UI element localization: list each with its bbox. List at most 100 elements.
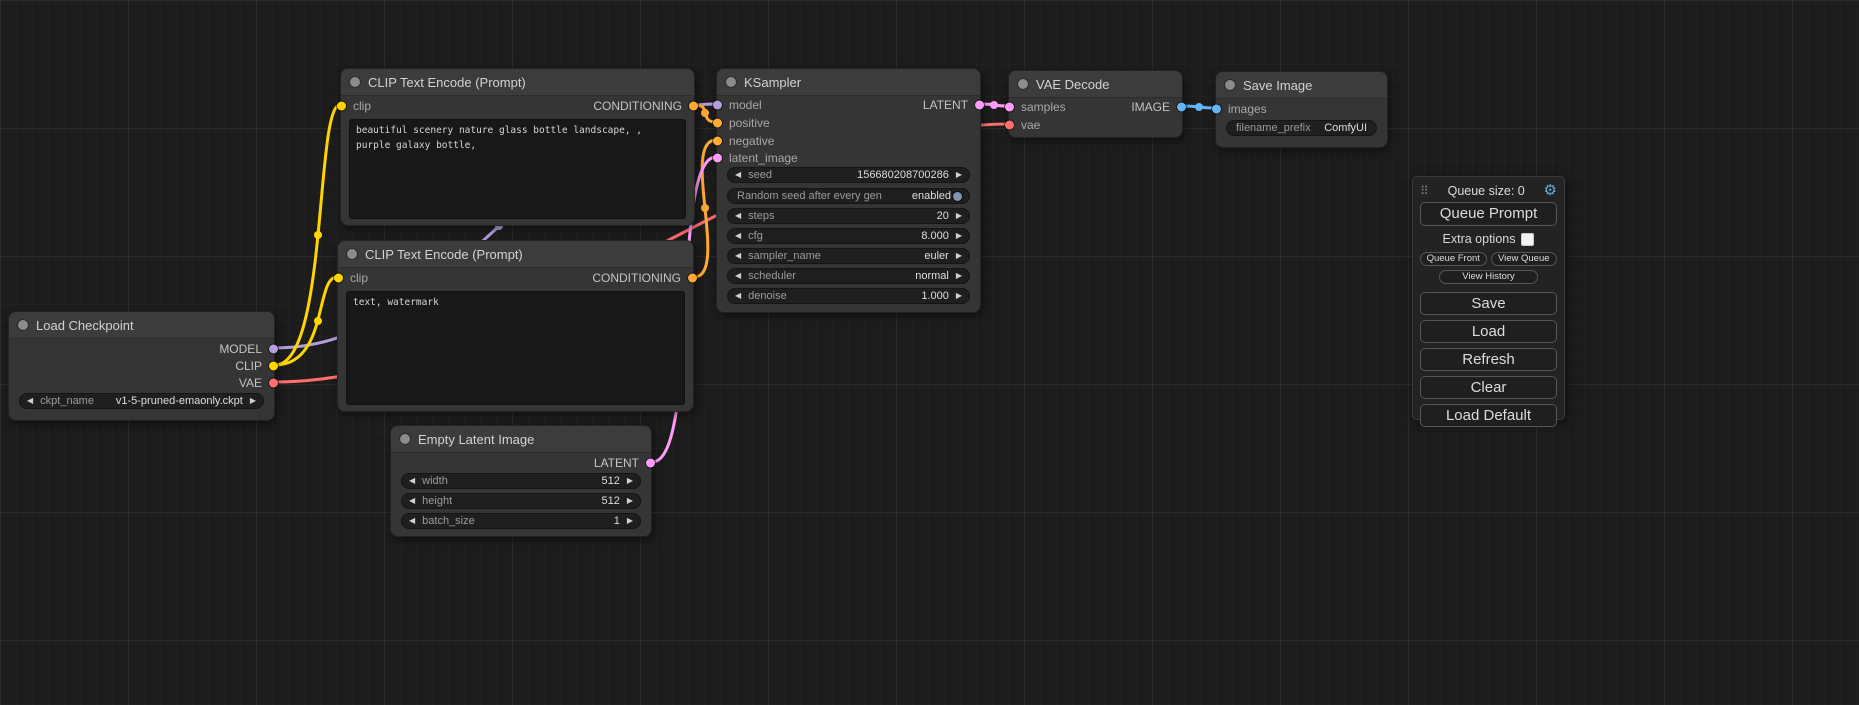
link-midpoint-dot-latent2[interactable] xyxy=(990,101,998,109)
input-slot-negative[interactable]: negative xyxy=(717,133,980,149)
input-slot-positive[interactable]: positive xyxy=(717,115,980,131)
output-slot-conditioning[interactable]: CONDITIONING xyxy=(338,270,693,286)
node-load-checkpoint[interactable]: Load Checkpoint MODEL CLIP VAE ◀ ckpt_na… xyxy=(8,311,275,421)
node-header[interactable]: Save Image xyxy=(1216,72,1387,99)
slot-dot-image[interactable] xyxy=(1212,105,1221,114)
increment-arrow-icon[interactable]: ▶ xyxy=(250,397,256,405)
link-midpoint-dot-clip1[interactable] xyxy=(314,231,322,239)
widget-seed[interactable]: ◀ seed 156680208700286 ▶ xyxy=(727,167,970,183)
decrement-arrow-icon[interactable]: ◀ xyxy=(735,292,741,300)
widget-scheduler[interactable]: ◀ scheduler normal ▶ xyxy=(727,268,970,284)
increment-arrow-icon[interactable]: ▶ xyxy=(956,171,962,179)
collapse-dot-icon[interactable] xyxy=(400,434,410,444)
decrement-arrow-icon[interactable]: ◀ xyxy=(409,517,415,525)
output-slot-conditioning[interactable]: CONDITIONING xyxy=(341,98,694,114)
collapse-dot-icon[interactable] xyxy=(1018,79,1028,89)
widget-ckpt-name[interactable]: ◀ ckpt_name v1-5-pruned-emaonly.ckpt ▶ xyxy=(19,393,264,409)
collapse-dot-icon[interactable] xyxy=(18,320,28,330)
output-slot-latent[interactable]: LATENT xyxy=(391,455,651,471)
refresh-button[interactable]: Refresh xyxy=(1420,348,1557,371)
node-header[interactable]: Empty Latent Image xyxy=(391,426,651,453)
output-slot-model[interactable]: MODEL xyxy=(9,341,274,357)
save-button[interactable]: Save xyxy=(1420,292,1557,315)
node-header[interactable]: VAE Decode xyxy=(1009,71,1182,98)
collapse-dot-icon[interactable] xyxy=(726,77,736,87)
link-midpoint-dot-cond2[interactable] xyxy=(701,204,709,212)
increment-arrow-icon[interactable]: ▶ xyxy=(956,292,962,300)
decrement-arrow-icon[interactable]: ◀ xyxy=(735,232,741,240)
slot-dot-latent[interactable] xyxy=(646,459,655,468)
node-clip-text-encode-negative[interactable]: CLIP Text Encode (Prompt) clip CONDITION… xyxy=(337,240,694,412)
clear-button[interactable]: Clear xyxy=(1420,376,1557,399)
slot-dot-conditioning[interactable] xyxy=(713,119,722,128)
slot-dot-conditioning[interactable] xyxy=(688,274,697,283)
increment-arrow-icon[interactable]: ▶ xyxy=(627,497,633,505)
input-slot-vae[interactable]: vae xyxy=(1009,117,1182,133)
node-vae-decode[interactable]: VAE Decode samples vae IMAGE xyxy=(1008,70,1183,138)
toggle-dot[interactable] xyxy=(953,192,962,201)
widget-cfg[interactable]: ◀ cfg 8.000 ▶ xyxy=(727,228,970,244)
widget-height[interactable]: ◀ height 512 ▶ xyxy=(401,493,641,509)
slot-dot-clip[interactable] xyxy=(269,362,278,371)
slot-dot-latent[interactable] xyxy=(713,154,722,163)
link-midpoint-dot-clip2[interactable] xyxy=(314,317,322,325)
prompt-textarea[interactable]: beautiful scenery nature glass bottle la… xyxy=(349,119,686,219)
collapse-dot-icon[interactable] xyxy=(350,77,360,87)
view-queue-button[interactable]: View Queue xyxy=(1491,252,1558,266)
slot-dot-conditioning[interactable] xyxy=(689,102,698,111)
link-clip-to-positive[interactable] xyxy=(275,105,340,365)
widget-filename-prefix[interactable]: filename_prefix ComfyUI xyxy=(1226,120,1377,136)
increment-arrow-icon[interactable]: ▶ xyxy=(956,232,962,240)
queue-prompt-button[interactable]: Queue Prompt xyxy=(1420,202,1557,226)
input-slot-images[interactable]: images xyxy=(1216,101,1387,117)
node-graph-canvas[interactable]: CLIP Text Encode (Prompt) clip CONDITION… xyxy=(0,0,1859,705)
increment-arrow-icon[interactable]: ▶ xyxy=(956,212,962,220)
slot-dot-conditioning[interactable] xyxy=(713,137,722,146)
decrement-arrow-icon[interactable]: ◀ xyxy=(735,252,741,260)
link-midpoint-dot-image[interactable] xyxy=(1195,103,1203,111)
increment-arrow-icon[interactable]: ▶ xyxy=(956,252,962,260)
node-header[interactable]: CLIP Text Encode (Prompt) xyxy=(338,241,693,268)
output-slot-vae[interactable]: VAE xyxy=(9,375,274,391)
node-header[interactable]: Load Checkpoint xyxy=(9,312,274,339)
slot-dot-model[interactable] xyxy=(269,345,278,354)
link-midpoint-dot-cond1[interactable] xyxy=(701,109,709,117)
node-save-image[interactable]: Save Image images filename_prefix ComfyU… xyxy=(1215,71,1388,148)
input-slot-latent-image[interactable]: latent_image xyxy=(717,150,980,166)
widget-width[interactable]: ◀ width 512 ▶ xyxy=(401,473,641,489)
widget-steps[interactable]: ◀ steps 20 ▶ xyxy=(727,208,970,224)
decrement-arrow-icon[interactable]: ◀ xyxy=(409,497,415,505)
increment-arrow-icon[interactable]: ▶ xyxy=(627,517,633,525)
node-header[interactable]: KSampler xyxy=(717,69,980,96)
increment-arrow-icon[interactable]: ▶ xyxy=(627,477,633,485)
decrement-arrow-icon[interactable]: ◀ xyxy=(735,212,741,220)
slot-dot-vae[interactable] xyxy=(269,379,278,388)
queue-front-button[interactable]: Queue Front xyxy=(1420,252,1487,266)
load-button[interactable]: Load xyxy=(1420,320,1557,343)
drag-handle-icon[interactable]: ⠿ xyxy=(1420,185,1429,197)
node-clip-text-encode-positive[interactable]: CLIP Text Encode (Prompt) clip CONDITION… xyxy=(340,68,695,226)
decrement-arrow-icon[interactable]: ◀ xyxy=(735,272,741,280)
decrement-arrow-icon[interactable]: ◀ xyxy=(27,397,33,405)
collapse-dot-icon[interactable] xyxy=(347,249,357,259)
slot-dot-latent[interactable] xyxy=(975,101,984,110)
slot-dot-image[interactable] xyxy=(1177,103,1186,112)
widget-denoise[interactable]: ◀ denoise 1.000 ▶ xyxy=(727,288,970,304)
output-slot-image[interactable]: IMAGE xyxy=(1009,99,1182,115)
view-history-button[interactable]: View History xyxy=(1439,270,1538,284)
load-default-button[interactable]: Load Default xyxy=(1420,404,1557,427)
node-header[interactable]: CLIP Text Encode (Prompt) xyxy=(341,69,694,96)
decrement-arrow-icon[interactable]: ◀ xyxy=(409,477,415,485)
output-slot-clip[interactable]: CLIP xyxy=(9,358,274,374)
extra-options-checkbox[interactable] xyxy=(1521,233,1534,246)
decrement-arrow-icon[interactable]: ◀ xyxy=(735,171,741,179)
widget-batch-size[interactable]: ◀ batch_size 1 ▶ xyxy=(401,513,641,529)
widget-sampler-name[interactable]: ◀ sampler_name euler ▶ xyxy=(727,248,970,264)
increment-arrow-icon[interactable]: ▶ xyxy=(956,272,962,280)
output-slot-latent[interactable]: LATENT xyxy=(717,97,980,113)
collapse-dot-icon[interactable] xyxy=(1225,80,1235,90)
node-ksampler[interactable]: KSampler model positive negative latent_… xyxy=(716,68,981,313)
node-empty-latent-image[interactable]: Empty Latent Image LATENT ◀ width 512 ▶ … xyxy=(390,425,652,537)
slot-dot-vae[interactable] xyxy=(1005,121,1014,130)
prompt-textarea[interactable]: text, watermark xyxy=(346,291,685,405)
